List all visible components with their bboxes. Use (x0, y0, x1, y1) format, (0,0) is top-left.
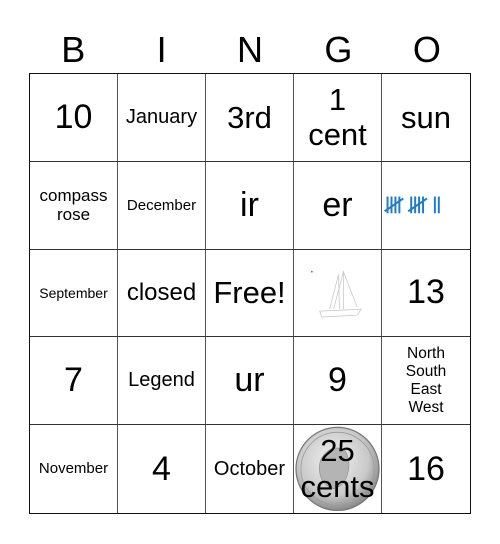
cell-text: ir (240, 185, 259, 224)
cell-text: December (126, 196, 197, 214)
header-letter-i: I (156, 29, 167, 70)
bingo-cell-g-2[interactable]: er (294, 161, 382, 250)
bingo-cell-i-2[interactable]: December (118, 161, 206, 250)
cell-text: ur (234, 361, 265, 400)
cell-text: October (213, 457, 286, 480)
cell-text: sun (401, 99, 451, 135)
bingo-cell-i-3[interactable]: closed (118, 249, 206, 338)
bingo-cell-o-3[interactable]: 13 (382, 250, 470, 338)
bingo-cell-n-1[interactable]: 3rd (206, 74, 294, 162)
cell-text: 7 (64, 361, 83, 400)
header-letter-g: G (324, 29, 353, 70)
bingo-cell-i-1[interactable]: January (118, 74, 206, 162)
bingo-cell-o-5[interactable]: 16 (382, 425, 470, 513)
bingo-cell-n-2[interactable]: ir (206, 161, 294, 250)
sailboat-icon (310, 270, 362, 318)
cell-text: 25 cents (300, 433, 375, 505)
cell-text: 13 (407, 273, 445, 312)
cell-text: North South East West (405, 345, 447, 416)
bingo-header: B I N G O (29, 28, 471, 72)
bingo-cell-g-1[interactable]: 1 cent (294, 74, 382, 162)
bingo-cell-g-5[interactable]: 25 cents (294, 425, 382, 513)
cell-text: 16 (407, 449, 445, 488)
bingo-cell-b-2[interactable]: compass rose (30, 161, 118, 250)
cell-text: 4 (152, 449, 171, 488)
header-letter-n: N (237, 29, 264, 70)
cell-text: November (38, 460, 109, 478)
header-letter-b: B (61, 29, 86, 70)
cell-text: compass rose (39, 185, 108, 225)
bingo-grid: 10 January 3rd 1 cent sun compass rose Decembe… (29, 73, 471, 514)
cell-text: September (39, 284, 108, 301)
cell-text: Free! (213, 275, 286, 311)
cell-text: 1 cent (308, 81, 367, 153)
bingo-cell-b-4[interactable]: 7 (30, 337, 118, 426)
bingo-cell-i-4[interactable]: Legend (118, 337, 206, 426)
cell-text: 9 (328, 361, 347, 400)
cell-text: 3rd (227, 99, 272, 135)
bingo-cell-o-1[interactable]: sun (382, 74, 470, 162)
tally-marks-icon (384, 196, 440, 214)
bingo-cell-n-4[interactable]: ur (206, 337, 294, 426)
bingo-cell-o-2[interactable] (382, 162, 470, 250)
header-letter-o: O (412, 29, 441, 70)
cell-text: Legend (128, 369, 195, 392)
cell-text: er (322, 185, 353, 224)
cell-text: closed (126, 279, 197, 307)
bingo-cell-g-4[interactable]: 9 (294, 337, 382, 426)
bingo-cell-o-4[interactable]: North South East West (382, 337, 470, 426)
cell-text: January (125, 105, 198, 128)
bingo-cell-g-3[interactable] (294, 249, 382, 338)
bingo-cell-b-5[interactable]: November (30, 425, 118, 513)
bingo-cell-n-5[interactable]: October (206, 425, 294, 513)
bingo-cell-n-3[interactable]: Free! (206, 249, 294, 338)
bingo-cell-b-3[interactable]: September (30, 249, 118, 338)
bingo-cell-b-1[interactable]: 10 (30, 74, 118, 162)
bingo-cell-i-5[interactable]: 4 (118, 425, 206, 513)
cell-text: 10 (54, 97, 93, 136)
